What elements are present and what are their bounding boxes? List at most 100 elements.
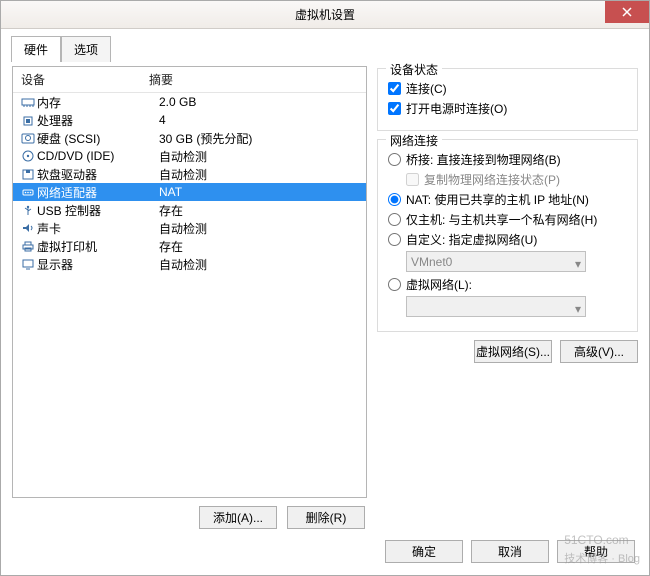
- bridge-radio[interactable]: 桥接: 直接连接到物理网络(B): [388, 151, 627, 168]
- device-list-header: 设备 摘要: [13, 67, 366, 93]
- remove-button[interactable]: 删除(R): [287, 506, 365, 529]
- device-summary: 2.0 GB: [159, 95, 196, 109]
- network-legend: 网络连接: [386, 132, 442, 149]
- ok-button[interactable]: 确定: [385, 540, 463, 563]
- header-device: 设备: [21, 71, 149, 88]
- poweron-checkbox[interactable]: 打开电源时连接(O): [388, 100, 627, 117]
- printer-icon: [19, 240, 37, 252]
- device-summary: 4: [159, 113, 166, 127]
- device-row-hdd[interactable]: 硬盘 (SCSI)30 GB (预先分配): [13, 129, 366, 147]
- nat-radio[interactable]: NAT: 使用已共享的主机 IP 地址(N): [388, 191, 627, 208]
- device-summary: 30 GB (预先分配): [159, 130, 252, 147]
- connected-checkbox[interactable]: 连接(C): [388, 80, 627, 97]
- lanseg-dropdown: ▾: [406, 296, 586, 317]
- device-row-printer[interactable]: 虚拟打印机存在: [13, 237, 366, 255]
- device-summary: NAT: [159, 185, 182, 199]
- lanseg-radio[interactable]: 虚拟网络(L):: [388, 276, 627, 293]
- hostonly-label: 仅主机: 与主机共享一个私有网络(H): [406, 211, 597, 228]
- device-summary: 自动检测: [159, 148, 207, 165]
- network-connection-group: 网络连接 桥接: 直接连接到物理网络(B) 复制物理网络连接状态(P) NAT:…: [377, 139, 638, 332]
- lanseg-input[interactable]: [388, 278, 401, 291]
- chevron-down-icon: ▾: [575, 302, 581, 316]
- poweron-label: 打开电源时连接(O): [406, 100, 507, 117]
- device-row-net[interactable]: 网络适配器NAT: [13, 183, 366, 201]
- device-name: 硬盘 (SCSI): [37, 130, 159, 147]
- header-summary: 摘要: [149, 71, 173, 88]
- custom-network-value: VMnet0: [411, 255, 452, 269]
- device-name: CD/DVD (IDE): [37, 149, 159, 163]
- custom-radio[interactable]: 自定义: 指定虚拟网络(U): [388, 231, 627, 248]
- replicate-label: 复制物理网络连接状态(P): [424, 171, 560, 188]
- device-status-group: 设备状态 连接(C) 打开电源时连接(O): [377, 68, 638, 131]
- device-rows: 内存2.0 GB处理器4硬盘 (SCSI)30 GB (预先分配)CD/DVD …: [13, 93, 366, 497]
- memory-icon: [19, 96, 37, 108]
- device-status-legend: 设备状态: [386, 61, 442, 78]
- nat-label: NAT: 使用已共享的主机 IP 地址(N): [406, 191, 589, 208]
- device-summary: 存在: [159, 202, 183, 219]
- sound-icon: [19, 222, 37, 234]
- title-bar: 虚拟机设置: [1, 1, 649, 29]
- device-row-floppy[interactable]: 软盘驱动器自动检测: [13, 165, 366, 183]
- chevron-down-icon: ▾: [575, 257, 581, 271]
- advanced-button[interactable]: 高级(V)...: [560, 340, 638, 363]
- replicate-checkbox: 复制物理网络连接状态(P): [406, 171, 627, 188]
- lan-segments-button[interactable]: 虚拟网络(S)...: [474, 340, 552, 363]
- device-row-display[interactable]: 显示器自动检测: [13, 255, 366, 273]
- hostonly-radio[interactable]: 仅主机: 与主机共享一个私有网络(H): [388, 211, 627, 228]
- net-icon: [19, 186, 37, 198]
- device-row-sound[interactable]: 声卡自动检测: [13, 219, 366, 237]
- device-name: 网络适配器: [37, 184, 159, 201]
- device-name: 显示器: [37, 256, 159, 273]
- cpu-icon: [19, 114, 37, 126]
- dialog-buttons: 确定 取消 帮助: [11, 532, 639, 565]
- vm-settings-window: 虚拟机设置 硬件 选项 设备 摘要 内存2.0 GB处理器4硬盘 (SCSI)3…: [0, 0, 650, 576]
- bridge-label: 桥接: 直接连接到物理网络(B): [406, 151, 561, 168]
- main-area: 设备 摘要 内存2.0 GB处理器4硬盘 (SCSI)30 GB (预先分配)C…: [11, 61, 639, 532]
- connected-label: 连接(C): [406, 80, 447, 97]
- cancel-button[interactable]: 取消: [471, 540, 549, 563]
- close-icon: [622, 7, 632, 17]
- custom-label: 自定义: 指定虚拟网络(U): [406, 231, 537, 248]
- hostonly-input[interactable]: [388, 213, 401, 226]
- replicate-input: [406, 173, 419, 186]
- connected-input[interactable]: [388, 82, 401, 95]
- right-panel: 设备状态 连接(C) 打开电源时连接(O) 网络连接 桥接: 直接连接到物理网络: [377, 66, 638, 531]
- device-summary: 自动检测: [159, 220, 207, 237]
- hdd-icon: [19, 132, 37, 144]
- device-list[interactable]: 设备 摘要 内存2.0 GB处理器4硬盘 (SCSI)30 GB (预先分配)C…: [12, 66, 367, 498]
- help-button[interactable]: 帮助: [557, 540, 635, 563]
- custom-input[interactable]: [388, 233, 401, 246]
- bridge-input[interactable]: [388, 153, 401, 166]
- add-button[interactable]: 添加(A)...: [199, 506, 277, 529]
- window-title: 虚拟机设置: [295, 6, 355, 23]
- device-name: 内存: [37, 94, 159, 111]
- device-row-cpu[interactable]: 处理器4: [13, 111, 366, 129]
- device-summary: 存在: [159, 238, 183, 255]
- close-button[interactable]: [605, 1, 649, 23]
- lanseg-label: 虚拟网络(L):: [406, 276, 472, 293]
- device-name: 虚拟打印机: [37, 238, 159, 255]
- device-name: 声卡: [37, 220, 159, 237]
- floppy-icon: [19, 168, 37, 180]
- left-buttons: 添加(A)... 删除(R): [12, 498, 367, 531]
- tab-strip: 硬件 选项: [11, 35, 639, 61]
- device-name: 处理器: [37, 112, 159, 129]
- content-area: 硬件 选项 设备 摘要 内存2.0 GB处理器4硬盘 (SCSI)30 GB (…: [1, 29, 649, 575]
- device-row-cd[interactable]: CD/DVD (IDE)自动检测: [13, 147, 366, 165]
- display-icon: [19, 258, 37, 270]
- tab-options[interactable]: 选项: [61, 36, 111, 62]
- left-panel: 设备 摘要 内存2.0 GB处理器4硬盘 (SCSI)30 GB (预先分配)C…: [12, 66, 367, 531]
- device-summary: 自动检测: [159, 166, 207, 183]
- device-name: USB 控制器: [37, 202, 159, 219]
- device-name: 软盘驱动器: [37, 166, 159, 183]
- cd-icon: [19, 150, 37, 162]
- right-panel-buttons: 虚拟网络(S)... 高级(V)...: [377, 340, 638, 363]
- device-summary: 自动检测: [159, 256, 207, 273]
- usb-icon: [19, 204, 37, 216]
- poweron-input[interactable]: [388, 102, 401, 115]
- device-row-usb[interactable]: USB 控制器存在: [13, 201, 366, 219]
- nat-input[interactable]: [388, 193, 401, 206]
- device-row-memory[interactable]: 内存2.0 GB: [13, 93, 366, 111]
- custom-network-dropdown: VMnet0 ▾: [406, 251, 586, 272]
- tab-hardware[interactable]: 硬件: [11, 36, 61, 62]
